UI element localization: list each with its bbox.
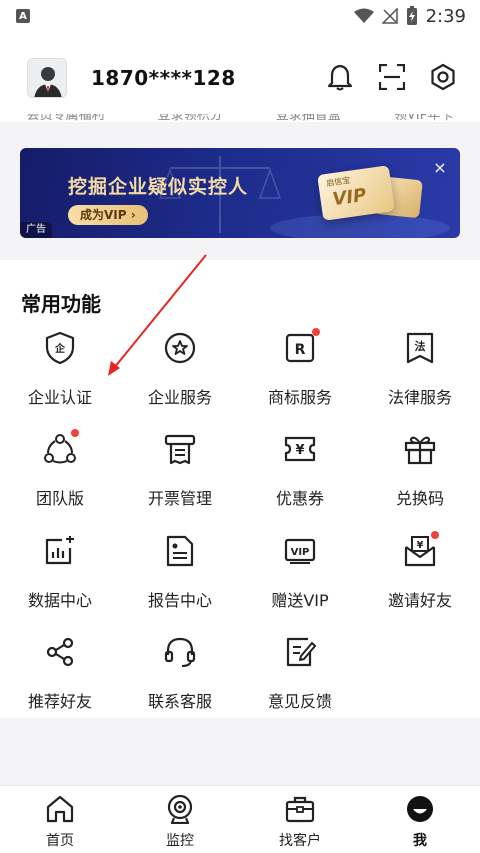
func-feedback[interactable]: 意见反馈 xyxy=(240,636,360,736)
tab-label: 找客户 xyxy=(279,833,321,849)
wifi-icon xyxy=(353,8,374,23)
become-vip-button[interactable]: 成为VIP › xyxy=(68,205,148,225)
func-label: 开票管理 xyxy=(147,489,212,508)
tab-label: 首页 xyxy=(46,833,74,849)
avatar-person-icon xyxy=(28,59,66,97)
me-face-icon xyxy=(405,794,435,824)
section-title: 常用功能 xyxy=(21,292,101,316)
func-trademark[interactable]: R 商标服务 xyxy=(240,328,360,432)
benefit-label[interactable]: 登录抽盲盒 xyxy=(276,114,341,124)
svg-text:¥: ¥ xyxy=(417,540,424,551)
svg-text:企: 企 xyxy=(54,342,66,355)
func-label: 联系客服 xyxy=(147,692,212,711)
briefcase-icon xyxy=(285,794,315,824)
svg-text:R: R xyxy=(295,342,306,358)
invite-envelope-icon: ¥ xyxy=(404,535,436,567)
no-signal-icon xyxy=(381,8,398,24)
func-legal[interactable]: 法 法律服务 xyxy=(360,332,480,432)
trademark-icon: R xyxy=(284,332,316,364)
ad-title: 挖掘企业疑似实控人 xyxy=(68,176,249,198)
home-icon xyxy=(45,794,75,824)
func-invite-friends[interactable]: ¥ 邀请好友 xyxy=(360,531,480,635)
scan-icon[interactable] xyxy=(377,62,407,92)
bell-icon[interactable] xyxy=(325,62,355,92)
common-functions-panel: 常用功能 企 企业认证 企业服务 R 商标服务 法 法律服务 团队版 开票管理 … xyxy=(0,260,480,718)
settings-gear-icon[interactable] xyxy=(428,62,458,92)
func-label: 团队版 xyxy=(35,489,84,508)
red-dot-badge xyxy=(431,531,439,539)
data-chart-icon xyxy=(44,535,76,567)
monitor-camera-icon xyxy=(165,794,195,824)
func-recommend-friends[interactable]: 推荐好友 xyxy=(0,636,120,736)
report-icon xyxy=(164,535,196,567)
share-icon xyxy=(44,636,76,668)
team-icon xyxy=(44,433,76,465)
func-contact-service[interactable]: 联系客服 xyxy=(120,636,240,736)
benefit-label[interactable]: 领VIP年卡 xyxy=(394,114,454,124)
tab-label: 我 xyxy=(413,833,427,849)
func-label: 邀请好友 xyxy=(387,591,452,610)
func-team-edition[interactable]: 团队版 xyxy=(0,429,120,533)
status-time: 2:39 xyxy=(425,5,466,27)
func-redeem-code[interactable]: 兑换码 xyxy=(360,433,480,533)
func-data-center[interactable]: 数据中心 xyxy=(0,535,120,635)
invoice-icon xyxy=(164,433,196,465)
func-label: 意见反馈 xyxy=(267,692,332,711)
tab-label: 监控 xyxy=(166,833,194,849)
star-circle-icon xyxy=(164,332,196,364)
status-bar: A 2:39 xyxy=(0,0,480,32)
ad-close-icon[interactable]: × xyxy=(430,158,450,178)
tab-monitor[interactable]: 监控 xyxy=(120,786,240,853)
func-label: 报告中心 xyxy=(147,591,212,610)
svg-text:法: 法 xyxy=(415,339,426,353)
func-label: 企业认证 xyxy=(27,388,92,407)
func-label: 法律服务 xyxy=(387,388,452,407)
red-dot-badge xyxy=(71,429,79,437)
func-label: 赠送VIP xyxy=(271,591,329,610)
vip-card-text: VIP xyxy=(331,184,368,211)
func-label: 商标服务 xyxy=(267,388,332,407)
headset-icon xyxy=(164,636,196,668)
benefit-label[interactable]: 登录领积分 xyxy=(158,114,223,124)
benefits-row-clipped: 会员专属福利 登录领积分 登录抽盲盒 领VIP年卡 xyxy=(0,114,480,124)
tab-home[interactable]: 首页 xyxy=(0,786,120,853)
vip-icon: VIP xyxy=(284,535,316,567)
gift-icon xyxy=(404,433,436,465)
func-invoice[interactable]: 开票管理 xyxy=(120,433,240,533)
bottom-tab-bar: 首页 监控 找客户 我 xyxy=(0,785,480,853)
red-dot-badge xyxy=(312,328,320,336)
svg-text:¥: ¥ xyxy=(295,443,304,458)
battery-charging-icon xyxy=(406,6,417,25)
func-label: 兑换码 xyxy=(395,489,444,508)
avatar[interactable] xyxy=(27,58,67,98)
func-label: 优惠券 xyxy=(275,489,324,508)
notification-a-icon: A xyxy=(16,9,30,23)
feedback-icon xyxy=(284,636,316,668)
func-gift-vip[interactable]: VIP 赠送VIP xyxy=(240,535,360,635)
shield-enterprise-icon: 企 xyxy=(44,332,76,364)
func-label: 推荐好友 xyxy=(27,692,92,711)
tab-find-customers[interactable]: 找客户 xyxy=(240,786,360,853)
coupon-icon: ¥ xyxy=(284,433,316,465)
ad-tag: 广告 xyxy=(20,222,52,238)
svg-text:VIP: VIP xyxy=(291,547,310,558)
ad-banner[interactable]: 挖掘企业疑似实控人 成为VIP › 启信宝 VIP × 广告 xyxy=(20,148,460,238)
user-phone: 1870****128 xyxy=(91,66,236,90)
func-label: 企业服务 xyxy=(147,388,212,407)
func-enterprise-service[interactable]: 企业服务 xyxy=(120,332,240,432)
func-report-center[interactable]: 报告中心 xyxy=(120,535,240,635)
profile-header: 1870****128 会员专属福利 登录领积分 登录抽盲盒 领VIP年卡 xyxy=(0,32,480,122)
tab-me[interactable]: 我 xyxy=(360,786,480,853)
func-enterprise-auth[interactable]: 企 企业认证 xyxy=(0,332,120,432)
law-book-icon: 法 xyxy=(404,332,436,364)
benefit-label[interactable]: 会员专属福利 xyxy=(27,114,105,124)
func-label: 数据中心 xyxy=(27,591,92,610)
func-coupon[interactable]: ¥ 优惠券 xyxy=(240,433,360,533)
